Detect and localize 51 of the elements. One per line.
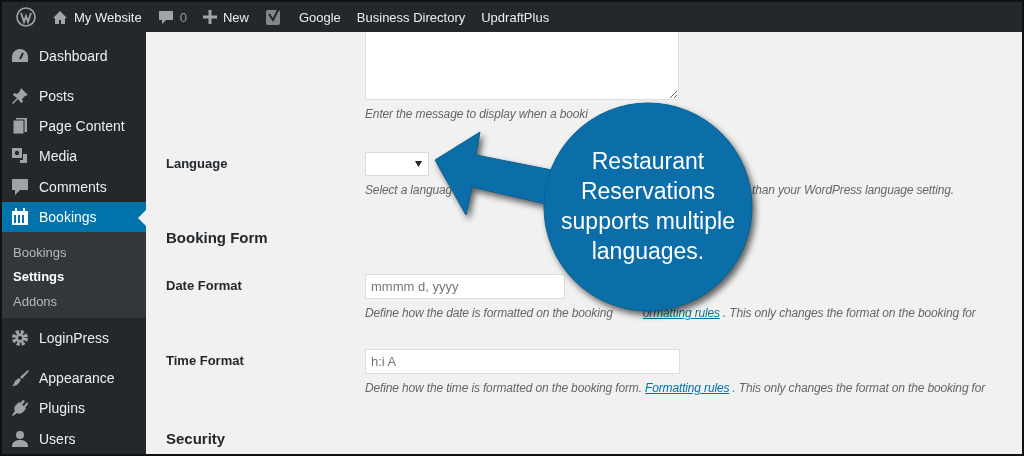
section-heading: Security bbox=[166, 430, 226, 447]
user-icon bbox=[12, 429, 28, 448]
toolbar-link[interactable]: Google bbox=[298, 9, 341, 25]
toolbar-link[interactable]: Business Directory bbox=[356, 9, 466, 25]
plug-icon bbox=[11, 399, 29, 418]
media-icon bbox=[11, 147, 29, 166]
new-content-link[interactable]: New bbox=[222, 9, 249, 25]
comment-icon bbox=[157, 9, 174, 25]
field-description: Define how the time is formatted on the booking form. bbox=[365, 381, 643, 395]
field-description: . This only changes the format on the booking for bbox=[722, 306, 976, 320]
formatting-rules-link[interactable]: Formatting rules bbox=[645, 381, 731, 395]
menu-item[interactable]: Posts bbox=[2, 80, 146, 111]
wordpress-logo-icon[interactable] bbox=[16, 7, 36, 27]
toolbar-link[interactable]: UpdraftPlus bbox=[481, 9, 550, 25]
plus-icon bbox=[202, 10, 217, 24]
menu-item[interactable]: LoginPress bbox=[2, 322, 146, 353]
text-field[interactable]: h:i A bbox=[365, 349, 680, 374]
field-label: Date Format bbox=[166, 278, 242, 293]
field-description: Select a languag bbox=[365, 183, 452, 197]
menu-item[interactable]: Users bbox=[2, 423, 146, 454]
field-description: Enter the message to display when a booki bbox=[365, 107, 588, 121]
comment-count: 0 bbox=[179, 9, 187, 25]
submenu-item[interactable]: Settings bbox=[2, 264, 146, 290]
menu-item[interactable]: Appearance bbox=[2, 362, 146, 394]
field-description: Define how the date is formatted on the booking bbox=[365, 306, 613, 320]
site-name-link[interactable]: My Website bbox=[74, 9, 142, 25]
paintbrush-icon bbox=[11, 369, 29, 388]
text-field[interactable]: mmmm d, yyyy bbox=[365, 274, 565, 299]
menu-item[interactable]: Plugins bbox=[2, 393, 146, 424]
comment-icon bbox=[11, 177, 29, 196]
submenu-item[interactable]: Bookings bbox=[2, 240, 146, 265]
pushpin-icon bbox=[11, 86, 29, 105]
menu-item[interactable]: Bookings bbox=[2, 201, 146, 233]
dashboard-icon bbox=[11, 48, 29, 65]
section-heading: Booking Form bbox=[166, 229, 268, 246]
calendar-icon bbox=[11, 207, 29, 226]
menu-item[interactable]: Comments bbox=[2, 171, 146, 202]
field-label: Time Format bbox=[166, 353, 244, 368]
dropdown-arrow-icon bbox=[415, 161, 422, 167]
pages-icon bbox=[12, 116, 28, 135]
home-icon bbox=[52, 9, 68, 25]
callout-text: Restaurant Reservations supports multiple languages. bbox=[560, 147, 736, 266]
gear-icon bbox=[11, 328, 29, 347]
submenu-item[interactable]: Addons bbox=[2, 289, 146, 314]
field-description: than your WordPress language setting. bbox=[752, 183, 954, 197]
field-description: . This only changes the format on the booking for bbox=[732, 381, 986, 395]
menu-item[interactable]: Dashboard bbox=[2, 41, 146, 72]
menu-item[interactable]: Media bbox=[2, 141, 146, 172]
field-label: Language bbox=[166, 156, 228, 171]
menu-item[interactable]: Page Content bbox=[2, 110, 146, 142]
formatting-rules-link[interactable]: ormatting rules bbox=[642, 306, 721, 320]
